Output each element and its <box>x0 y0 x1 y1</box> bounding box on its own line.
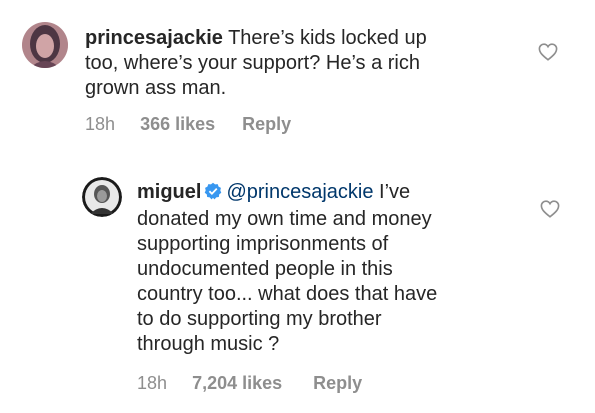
comment-meta: 18h 366 likes Reply <box>85 113 291 135</box>
username[interactable]: miguel <box>137 181 201 203</box>
verified-badge-icon <box>204 182 222 207</box>
username[interactable]: princesajackie <box>85 27 223 49</box>
comment-text-line: I’ve <box>379 181 411 203</box>
comment-text-line: undocumented people in this <box>137 258 393 280</box>
avatar-miguel[interactable] <box>82 177 122 217</box>
comment-text-line: supporting imprisonments of <box>137 233 389 255</box>
comment-text-line: through music ? <box>137 333 280 355</box>
comment-text: miguel @princesajackie I’ve donated my ow… <box>137 180 537 357</box>
timestamp[interactable]: 18h <box>85 113 115 135</box>
timestamp[interactable]: 18h <box>137 372 167 394</box>
comment-text: princesajackie There’s kids locked up to… <box>85 26 505 101</box>
comment-text-line: grown ass man. <box>85 77 227 99</box>
likes-count[interactable]: 366 likes <box>140 113 215 135</box>
heart-outline-icon[interactable] <box>538 43 558 61</box>
heart-outline-icon[interactable] <box>540 200 560 218</box>
avatar-princesajackie[interactable] <box>22 22 68 68</box>
reply-button[interactable]: Reply <box>242 113 291 135</box>
likes-count[interactable]: 7,204 likes <box>192 372 282 394</box>
reply-button[interactable]: Reply <box>313 372 362 394</box>
comment-text-line: too, where’s your support? He’s a rich <box>85 52 420 74</box>
comment-meta: 18h 7,204 likes Reply <box>137 372 362 394</box>
mention-link[interactable]: @princesajackie <box>226 181 373 203</box>
comment-princesajackie: princesajackie There’s kids locked up to… <box>0 0 595 150</box>
comment-text-line: to do supporting my brother <box>137 308 382 330</box>
comment-miguel: miguel @princesajackie I’ve donated my ow… <box>0 150 595 413</box>
comment-text-line: There’s kids locked up <box>228 27 427 49</box>
comment-text-line: country too... what does that have <box>137 283 438 305</box>
comment-text-line: donated my own time and money <box>137 208 432 230</box>
